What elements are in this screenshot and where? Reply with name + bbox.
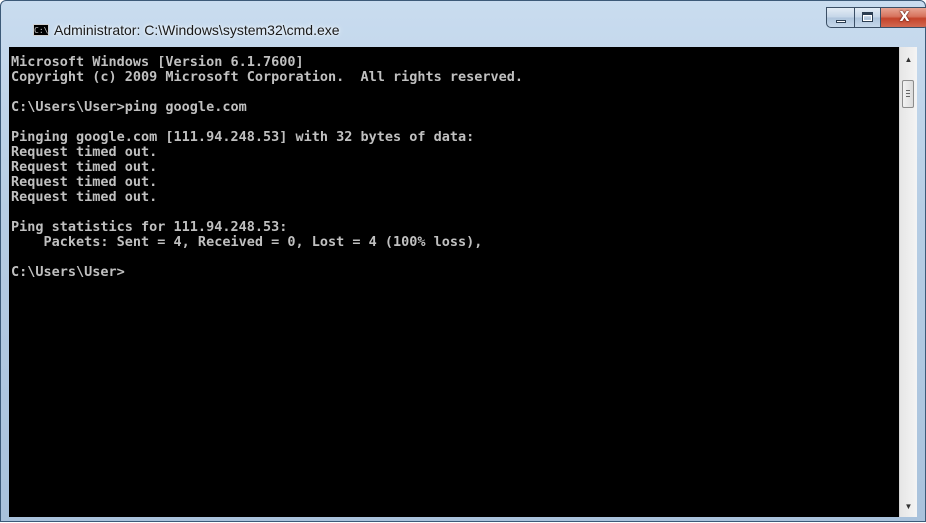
title-bar[interactable]: C:\ Administrator: C:\Windows\system32\c… [1, 1, 926, 47]
cmd-console-icon[interactable]: C:\ [33, 24, 49, 36]
console-line: Copyright (c) 2009 Microsoft Corporation… [11, 69, 524, 85]
console-output-area[interactable]: Microsoft Windows [Version 6.1.7600] Cop… [9, 47, 899, 517]
thumb-grip-line [906, 93, 910, 94]
console-text: Microsoft Windows [Version 6.1.7600] Cop… [9, 47, 899, 280]
thumb-grip-line [906, 96, 910, 97]
maximize-icon [862, 12, 873, 22]
close-button[interactable]: X [880, 7, 926, 28]
scroll-thumb[interactable] [902, 80, 914, 108]
scroll-down-arrow-icon[interactable]: ▼ [900, 498, 917, 515]
console-line: Request timed out. [11, 174, 158, 190]
close-icon: X [899, 10, 910, 25]
caption-buttons: X [826, 7, 926, 28]
window-title: Administrator: C:\Windows\system32\cmd.e… [54, 22, 340, 38]
thumb-grip-line [906, 90, 910, 91]
cmd-window: C:\ Administrator: C:\Windows\system32\c… [0, 0, 926, 522]
scroll-up-arrow-icon[interactable]: ▲ [900, 51, 917, 68]
console-line: Request timed out. [11, 159, 158, 175]
minimize-icon [836, 20, 846, 23]
minimize-button[interactable] [826, 7, 854, 28]
maximize-button[interactable] [854, 7, 880, 28]
console-line: C:\Users\User> [11, 264, 125, 280]
console-line: Request timed out. [11, 189, 158, 205]
console-line: C:\Users\User>ping google.com [11, 99, 247, 115]
console-line: Microsoft Windows [Version 6.1.7600] [11, 54, 304, 70]
console-line: Request timed out. [11, 144, 158, 160]
console-line: Ping statistics for 111.94.248.53: [11, 219, 288, 235]
vertical-scrollbar[interactable]: ▲ ▼ [899, 47, 917, 517]
window-bottom-border [1, 517, 925, 523]
console-line: Packets: Sent = 4, Received = 0, Lost = … [11, 234, 483, 250]
console-line: Pinging google.com [111.94.248.53] with … [11, 129, 475, 145]
